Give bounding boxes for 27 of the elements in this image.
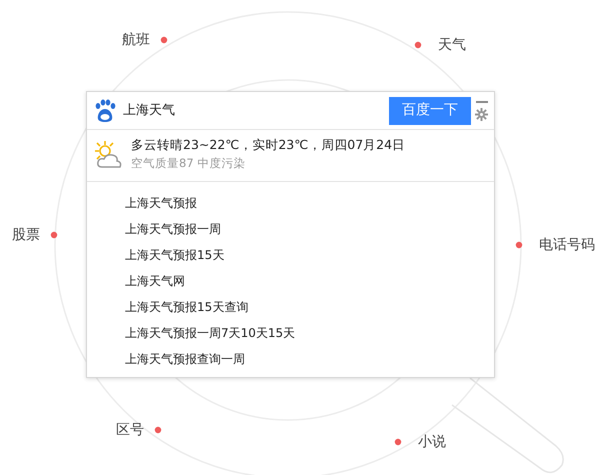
marker-dot-icon (515, 241, 523, 249)
marker-dot-icon (154, 426, 162, 434)
paw-logo-icon (93, 98, 117, 122)
marker-dot-icon (414, 41, 422, 49)
weather-summary: 多云转晴23~22℃，实时23℃，周四07月24日 (131, 136, 406, 154)
suggestion-item[interactable]: 上海天气预报查询一周 (87, 346, 245, 372)
minimize-icon[interactable] (476, 100, 488, 104)
marker-dot-icon (394, 438, 402, 446)
topic-link[interactable]: 航班 (122, 30, 150, 51)
marker-dot-icon (50, 231, 58, 239)
suggestion-item[interactable]: 上海天气预报15天查询 (87, 294, 248, 320)
suggestion-item[interactable]: 上海天气预报 (87, 190, 197, 216)
search-field[interactable]: 上海天气 (117, 100, 357, 120)
air-quality-text: 空气质量87 中度污染 (131, 155, 246, 172)
topic-link[interactable]: 区号 (116, 420, 144, 441)
settings-icon[interactable] (475, 108, 488, 120)
search-button[interactable]: 百度一下 (389, 96, 471, 124)
marker-dot-icon (160, 36, 168, 44)
suggestion-item[interactable]: 上海天气预报15天 (87, 242, 224, 268)
suggestion-item[interactable]: 上海天气预报一周 (87, 216, 221, 242)
topic-link[interactable]: 股票 (12, 225, 40, 246)
topic-link[interactable]: 天气 (438, 35, 466, 56)
topic-link[interactable]: 电话号码 (539, 235, 595, 256)
partly-cloudy-icon (93, 140, 123, 170)
suggestion-item[interactable]: 上海天气网 (87, 268, 185, 294)
suggestion-item[interactable]: 上海天气预报一周7天10天15天 (87, 320, 296, 346)
topic-link[interactable]: 小说 (418, 432, 446, 453)
